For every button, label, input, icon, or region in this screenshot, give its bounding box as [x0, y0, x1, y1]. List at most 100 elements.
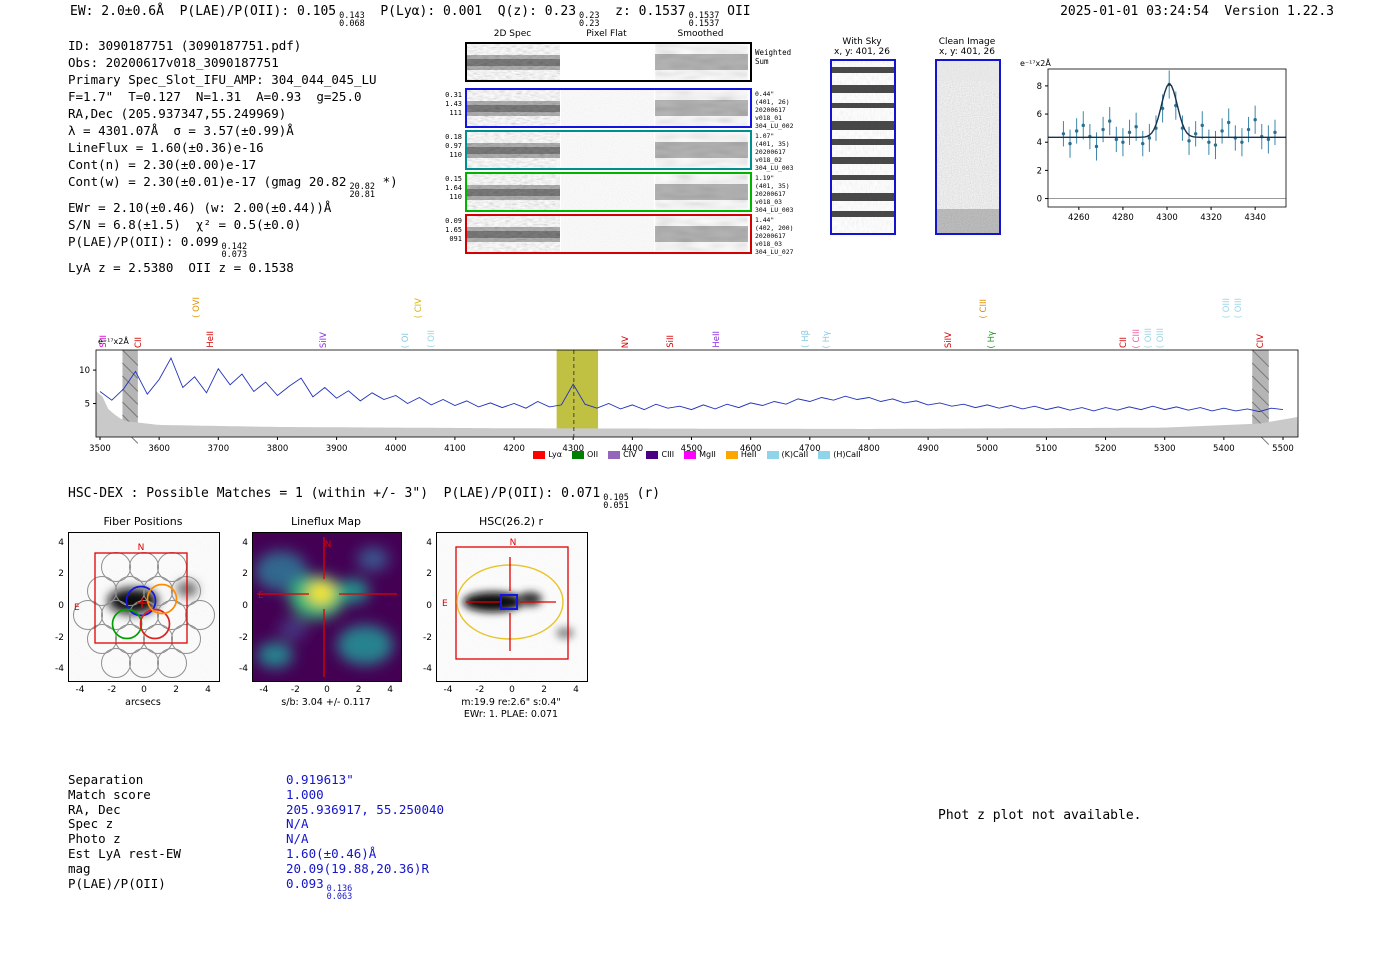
panel-ytick-label: -4 — [55, 664, 64, 675]
text-segment: Cont(w) = 2.30(±0.01)e-17 (gmag 20.82 — [68, 174, 347, 189]
spec2d-row — [465, 88, 752, 128]
stat-value: 111 — [449, 109, 462, 117]
photz-notice: Phot z plot not available. — [938, 808, 1142, 823]
info-line: λ = 4301.07Å σ = 3.57(±0.99)Å — [68, 122, 398, 139]
annotation-line: v018_01 — [755, 114, 782, 122]
match-table-row: mag 20.09(19.88,20.36)R — [68, 861, 444, 877]
match-table: Separation 0.919613" Match score 1.000 RA, D… — [68, 772, 444, 901]
text-segment: 20.09(19.88,20.36)R — [286, 860, 429, 876]
noise-image — [561, 216, 654, 252]
stack-lo: 0.073 — [221, 250, 248, 260]
withsky-coords: x, y: 401, 26 — [834, 47, 890, 57]
hsc-r-cutout: N E — [436, 532, 588, 682]
stat-value: 1.43 — [445, 100, 462, 108]
text-segment: F=1.7" T=0.127 N=1.31 A=0.93 g=25.0 — [68, 89, 362, 104]
match-field-value: 0.919613" — [286, 772, 354, 787]
panel-ytick-label: -4 — [239, 664, 248, 675]
stack-lo: 0.068 — [339, 19, 365, 29]
lineflux-panel-title: Lineflux Map — [290, 515, 362, 528]
panel-xtick-label: 2 — [541, 685, 547, 695]
noise-image — [937, 61, 999, 233]
text-segment: EWr = 2.10(±0.46) (w: 2.00(±0.44))Å — [68, 200, 332, 215]
match-table-row: Est LyA rest-EW 1.60(±0.46)Å — [68, 845, 444, 862]
annotation-line: v018_03 — [755, 198, 782, 206]
svg-text:N: N — [510, 538, 517, 548]
text-segment: 0.093 — [286, 875, 324, 891]
spec2d-image — [467, 216, 560, 252]
spec2d-row — [465, 42, 752, 82]
pixelflat-image — [561, 174, 654, 210]
fiber-panel-title: Fiber Positions — [103, 515, 183, 528]
stack-lo: 0.23 — [579, 19, 600, 29]
panel-xtick-label: -4 — [75, 685, 85, 695]
match-table-row: RA, Dec 205.936917, 55.250040 — [68, 802, 444, 818]
svg-text:2: 2 — [1037, 166, 1042, 176]
text-segment: RA,Dec (205.937347,55.249969) — [68, 106, 287, 121]
svg-text:4260: 4260 — [1068, 213, 1090, 223]
text-segment: λ = 4301.07Å σ = 3.57(±0.99)Å — [68, 123, 294, 138]
info-line: Cont(w) = 2.30(±0.01)e-17 (gmag 20.82 20.… — [68, 173, 398, 199]
text-segment: (r) — [628, 486, 661, 501]
panel-ytick-label: 0 — [58, 601, 64, 611]
legend-label: MgII — [699, 450, 716, 459]
spec2d-row-annotation: 0.44" (401, 26) 20200617 v018_01 304_LU_002 — [755, 90, 825, 130]
text-segment: 205.936917, 55.250040 — [286, 801, 445, 817]
stack-lo: 20.81 — [349, 190, 376, 200]
text-segment: 1.60(±0.46)Å — [286, 845, 377, 861]
match-field-label: Est LyA rest-EW — [68, 845, 181, 861]
stacked-uncertainty: 0.143 0.068 — [339, 12, 365, 29]
text-segment: LineFlux = 1.60(±0.36)e-16 — [68, 140, 264, 155]
match-field-value: 205.936917, 55.250040 — [286, 802, 444, 817]
info-block: ID: 3090187751 (3090187751.pdf) Obs: 2020… — [68, 37, 398, 276]
match-field-value: N/A — [286, 831, 309, 846]
main-spectrum-plot: 3500 3600 3700 3800 3900 4000 4100 4200 4300 4400… — [79, 335, 1299, 454]
emission-line-label: ( CIII — [978, 298, 989, 318]
text-segment: EW: 2.0±0.6Å P(LAE)/P(OII): 0.105 — [70, 4, 337, 19]
stat-value: 0.15 — [445, 175, 462, 183]
info-line: Cont(n) = 2.30(±0.00)e-17 — [68, 156, 398, 173]
legend-swatch — [818, 450, 831, 459]
header-summary: EW: 2.0±0.6Å P(LAE)/P(OII): 0.105 0.143 0.… — [70, 4, 751, 28]
smoothed-image — [655, 132, 748, 168]
annotation-line: 1.07" — [755, 132, 775, 140]
pixelflat-image — [561, 132, 654, 168]
legend-label: CIII — [661, 450, 675, 459]
text-segment: S/N = 6.8(±1.5) χ² = 0.5(±0.0) — [68, 217, 302, 232]
match-table-row: Spec z N/A — [68, 816, 444, 832]
match-field-value: 1.60(±0.46)Å — [286, 846, 376, 861]
svg-text:e⁻¹⁷x2Å: e⁻¹⁷x2Å — [98, 335, 129, 346]
clean-coords: x, y: 401, 26 — [939, 47, 995, 57]
stack-lo: 0.051 — [603, 501, 629, 511]
match-table-row: Separation 0.919613" — [68, 772, 444, 788]
text-segment: P(LAE)/P(OII): 0.099 — [68, 234, 219, 249]
col-header-2dspec: 2D Spec — [493, 29, 532, 39]
info-line: P(LAE)/P(OII): 0.099 0.142 0.073 — [68, 233, 398, 259]
annotation-line: 20200617 — [755, 190, 786, 198]
match-field-value: 20.09(19.88,20.36)R — [286, 861, 429, 876]
info-line: EWr = 2.10(±0.46) (w: 2.00(±0.44))Å — [68, 199, 398, 216]
stat-value: 1.65 — [445, 226, 462, 234]
spec2d-image — [467, 174, 560, 210]
svg-text:N: N — [138, 543, 145, 553]
panel-ytick-label: 2 — [58, 569, 64, 580]
info-line: LineFlux = 1.60(±0.36)e-16 — [68, 139, 398, 156]
svg-text:10: 10 — [79, 366, 90, 376]
legend-label: HeII — [740, 450, 757, 459]
stacked-uncertainty: 0.23 0.23 — [579, 12, 600, 29]
panel-ytick-label: 2 — [242, 569, 248, 580]
stat-value: 0.31 — [445, 91, 462, 99]
annotation-line: 20200617 — [755, 232, 786, 240]
noise-image — [655, 90, 748, 126]
legend-label: CIV — [623, 450, 637, 459]
panel-ytick-label: 0 — [426, 601, 432, 611]
svg-text:4300: 4300 — [1156, 213, 1178, 223]
match-field-label: P(LAE)/P(OII) — [68, 875, 166, 891]
annotation-line: Sum — [755, 57, 769, 66]
legend-label: Lyα — [548, 450, 563, 459]
fiber-positions-image: N E — [69, 533, 219, 681]
info-line: RA,Dec (205.937347,55.249969) — [68, 105, 398, 122]
text-segment: HSC-DEX : Possible Matches = 1 (within +… — [68, 486, 601, 501]
match-field-value: 0.093 0.136 0.063 — [286, 875, 352, 901]
pixelflat-image — [561, 44, 654, 80]
emission-line-label: ( OIII — [1221, 297, 1232, 318]
